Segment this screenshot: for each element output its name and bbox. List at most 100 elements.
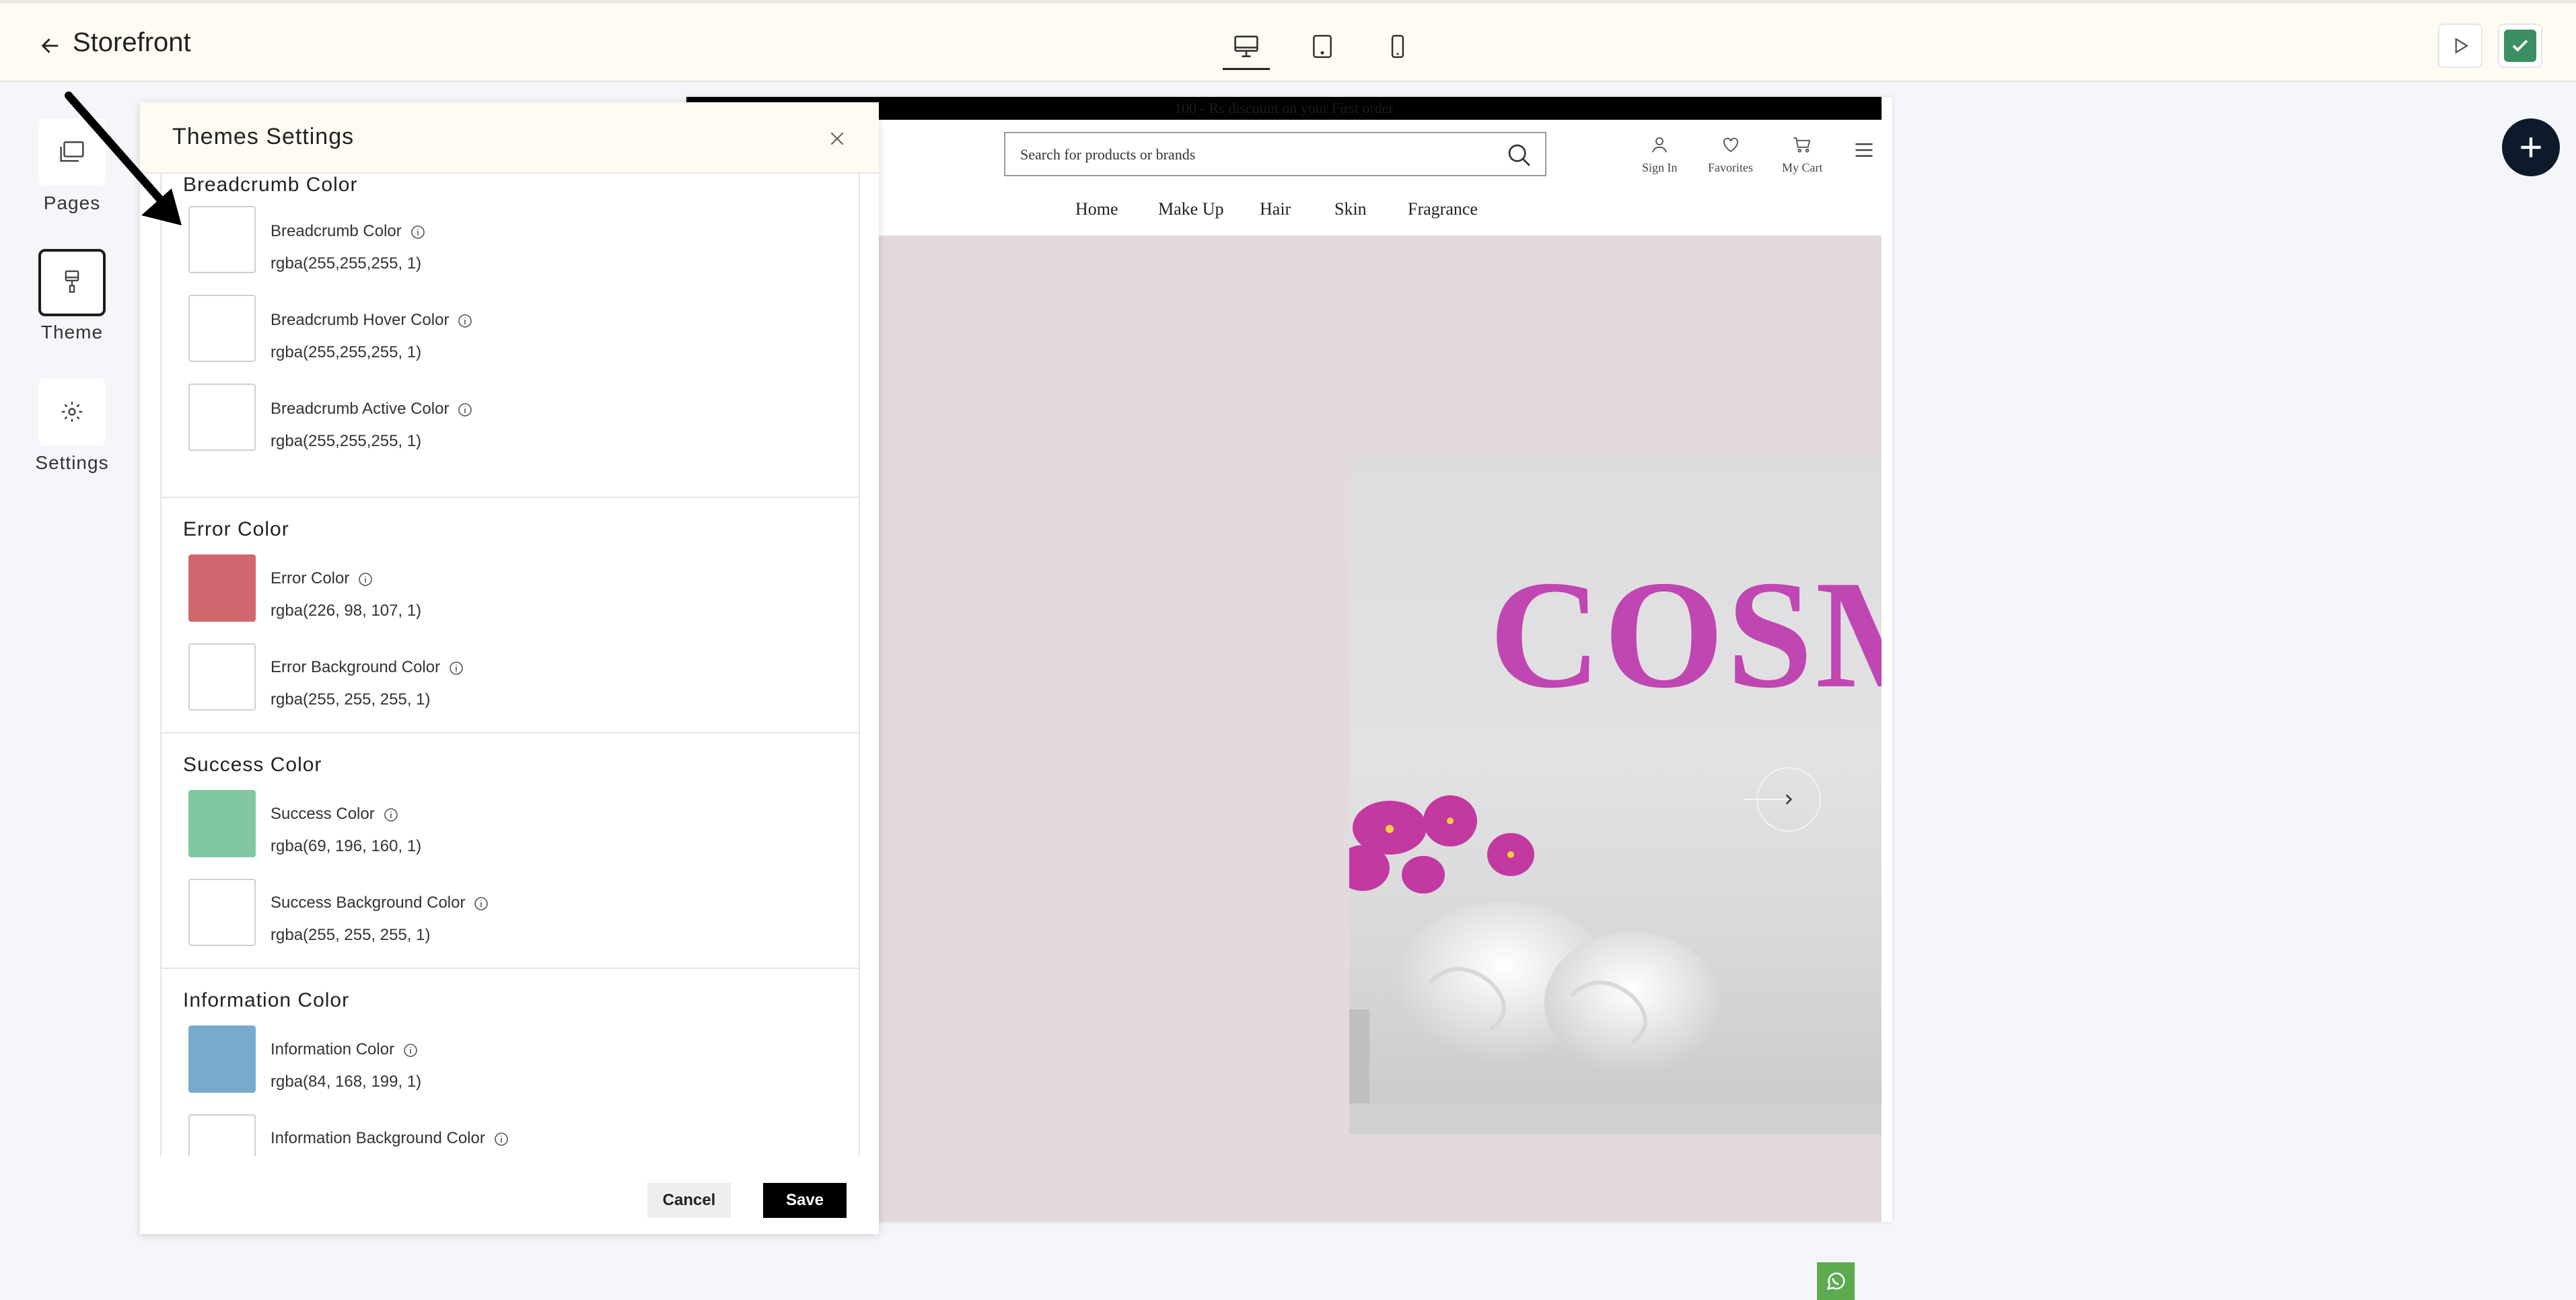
cart-icon [1793, 137, 1811, 153]
publish-button[interactable] [2498, 24, 2542, 68]
panel-scroll-content: Breadcrumb Color Breadcrumb Color rgba(2… [160, 174, 860, 1169]
whatsapp-icon [1826, 1272, 1845, 1291]
color-value: rgba(255,255,255, 1) [271, 343, 422, 361]
hamburger-menu-icon[interactable] [1854, 141, 1874, 159]
nav-fragrance[interactable]: Fragrance [1408, 199, 1478, 219]
sidebar-label-theme: Theme [40, 322, 104, 342]
color-value: rgba(255, 255, 255, 1) [271, 690, 431, 709]
search-icon [1508, 144, 1530, 166]
section-title: Breadcrumb Color [183, 174, 358, 196]
play-icon [2455, 37, 2469, 55]
check-badge [2504, 30, 2536, 62]
nav-home[interactable]: Home [1075, 199, 1118, 219]
nav-hair[interactable]: Hair [1260, 199, 1291, 219]
preview-play-button[interactable] [2438, 24, 2482, 68]
add-section-button[interactable] [2502, 118, 2560, 176]
sidebar-label-settings: Settings [35, 452, 109, 473]
color-label: Information Color [271, 1040, 419, 1059]
color-label: Error Background Color [271, 658, 464, 677]
color-swatch[interactable] [188, 1025, 256, 1093]
cancel-button[interactable]: Cancel [647, 1183, 731, 1218]
save-button[interactable]: Save [763, 1183, 847, 1218]
color-label: Breadcrumb Hover Color [271, 311, 473, 330]
preview-search-box[interactable] [1004, 132, 1546, 176]
section-error-color: Error Color Error Color rgba(226, 98, 10… [162, 498, 859, 733]
info-icon[interactable] [402, 1042, 419, 1058]
nav-skin[interactable]: Skin [1334, 199, 1367, 219]
slider-next-button[interactable] [1756, 767, 1821, 832]
my-cart-link[interactable]: My Cart [1782, 135, 1823, 175]
app-title: Storefront [73, 28, 191, 57]
nav-make-up[interactable]: Make Up [1158, 199, 1223, 219]
info-icon[interactable] [448, 660, 464, 676]
section-title: Success Color [183, 754, 322, 776]
heart-icon [1723, 137, 1738, 153]
hero-heading: COSM [1489, 548, 1882, 720]
whatsapp-button[interactable] [1817, 1262, 1855, 1300]
top-bar: Storefront [0, 0, 2576, 82]
info-icon[interactable] [357, 571, 373, 587]
info-icon[interactable] [457, 402, 473, 418]
color-label: Success Color [271, 805, 399, 824]
panel-footer: Cancel Save [140, 1156, 879, 1234]
color-swatch[interactable] [188, 643, 256, 711]
close-panel-button[interactable] [824, 125, 851, 152]
mobile-icon [1391, 34, 1404, 59]
my-cart-label: My Cart [1782, 161, 1823, 174]
color-value: rgba(255,255,255, 1) [271, 432, 422, 450]
desktop-icon [1234, 35, 1258, 58]
plus-icon [2521, 137, 2541, 157]
themes-settings-panel: Themes Settings Breadcrumb Color Breadcr… [140, 102, 879, 1234]
color-label: Success Background Color [271, 894, 489, 912]
sign-in-link[interactable]: Sign In [1642, 135, 1678, 175]
color-swatch[interactable] [188, 554, 256, 622]
color-swatch[interactable] [188, 790, 256, 857]
color-label: Information Background Color [271, 1129, 509, 1148]
section-breadcrumb-color: Breadcrumb Color Breadcrumb Color rgba(2… [162, 174, 859, 498]
color-swatch[interactable] [188, 295, 256, 362]
gear-icon [62, 402, 82, 422]
color-swatch[interactable] [188, 206, 256, 273]
color-value: rgba(84, 168, 199, 1) [271, 1073, 422, 1091]
mobile-view-button[interactable] [1374, 25, 1421, 68]
tablet-icon [1313, 34, 1332, 59]
section-title: Information Color [183, 989, 350, 1011]
color-value: rgba(255,255,255, 1) [271, 254, 422, 273]
brush-icon [65, 270, 79, 293]
panel-title: Themes Settings [172, 124, 355, 149]
sidebar-item-theme[interactable] [38, 249, 106, 316]
color-swatch[interactable] [188, 384, 256, 451]
info-icon[interactable] [383, 807, 399, 823]
color-value: rgba(226, 98, 107, 1) [271, 602, 422, 620]
info-icon[interactable] [457, 313, 473, 329]
towels-orchid-illustration [1349, 795, 1882, 1134]
preview-search-input[interactable] [1019, 133, 1493, 176]
color-label: Breadcrumb Active Color [271, 400, 473, 419]
chevron-right-icon [1785, 794, 1793, 805]
favorites-link[interactable]: Favorites [1708, 135, 1753, 175]
color-label: Error Color [271, 569, 373, 588]
color-label: Breadcrumb Color [271, 222, 426, 241]
arrow-left-icon [41, 38, 59, 53]
back-button[interactable] [34, 29, 67, 63]
color-value: rgba(69, 196, 160, 1) [271, 837, 422, 855]
sign-in-label: Sign In [1642, 161, 1678, 174]
sidebar-item-settings[interactable] [38, 378, 106, 445]
check-icon [2512, 40, 2528, 52]
color-value: rgba(255, 255, 255, 1) [271, 926, 431, 944]
info-icon[interactable] [473, 896, 489, 912]
panel-scroll-area[interactable]: Breadcrumb Color Breadcrumb Color rgba(2… [160, 174, 860, 1258]
favorites-label: Favorites [1708, 161, 1753, 174]
info-icon[interactable] [493, 1131, 509, 1147]
info-icon[interactable] [410, 224, 426, 240]
panel-header: Themes Settings [140, 102, 879, 174]
section-information-color: Information Color Information Color rgba… [162, 969, 859, 1169]
tablet-view-button[interactable] [1299, 25, 1346, 68]
section-success-color: Success Color Success Color rgba(69, 196… [162, 733, 859, 969]
color-swatch[interactable] [188, 879, 256, 946]
section-title: Error Color [183, 518, 289, 540]
user-icon [1652, 137, 1668, 153]
annotation-arrow-icon [65, 92, 182, 225]
desktop-view-button[interactable] [1223, 25, 1270, 70]
close-icon [830, 132, 844, 145]
